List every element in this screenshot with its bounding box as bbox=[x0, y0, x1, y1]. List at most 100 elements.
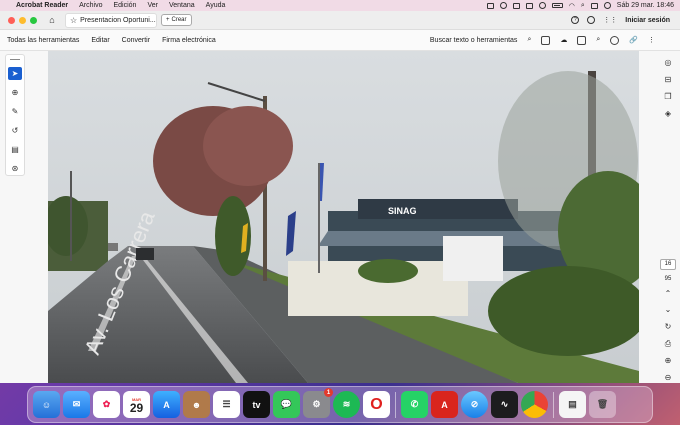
menu-archivo[interactable]: Archivo bbox=[79, 2, 102, 9]
menubar-datetime[interactable]: Sáb 29 mar. 18:46 bbox=[617, 2, 674, 9]
panel-grip[interactable] bbox=[10, 59, 20, 60]
search-doc-icon[interactable]: ⌕ bbox=[596, 36, 600, 44]
wifi-icon[interactable]: ◠ bbox=[569, 2, 575, 10]
rotate-icon[interactable]: ↻ bbox=[662, 321, 674, 332]
restaurant-sign: SINAG bbox=[388, 206, 417, 216]
preview-icon[interactable]: ▤ bbox=[559, 391, 586, 418]
apps-grid-icon[interactable]: ⋮⋮ bbox=[603, 16, 617, 24]
control-center-icon[interactable] bbox=[590, 2, 598, 9]
more-options-icon[interactable]: ⋮ bbox=[648, 36, 655, 44]
close-tab-icon[interactable]: ✕ bbox=[156, 16, 157, 24]
whatsapp-icon[interactable]: ✆ bbox=[401, 391, 428, 418]
quick-tools-panel: ➤ ⊕ ✎ ↺ ▤ ⊛ bbox=[5, 54, 25, 176]
layers-icon[interactable]: ◈ bbox=[662, 108, 674, 119]
main-toolbar: Todas las herramientas Editar Convertir … bbox=[0, 30, 680, 51]
toolbar-all-tools[interactable]: Todas las herramientas bbox=[7, 37, 79, 44]
print-icon[interactable] bbox=[577, 35, 587, 45]
zoom-in-icon[interactable]: ⊕ bbox=[662, 355, 674, 366]
page-total: 95 bbox=[664, 275, 672, 282]
menubar-status-area: ◠ ⌕ Sáb 29 mar. 18:46 bbox=[486, 2, 674, 10]
upload-cloud-icon[interactable]: ☁ bbox=[560, 36, 567, 44]
finder-icon[interactable]: ☺ bbox=[33, 391, 60, 418]
ai-assistant-icon[interactable] bbox=[610, 35, 620, 45]
reminders-icon[interactable]: ☰ bbox=[213, 391, 240, 418]
home-icon[interactable]: ⌂ bbox=[47, 15, 57, 25]
contacts-icon[interactable]: ☻ bbox=[183, 391, 210, 418]
chrome-icon[interactable] bbox=[521, 391, 548, 418]
toolbar-right: Buscar texto o herramientas ⌕ ☁ ⌕ 🔗 ⋮ bbox=[430, 35, 680, 45]
minimize-window-button[interactable] bbox=[19, 16, 26, 24]
calendar-day: 29 bbox=[129, 401, 144, 415]
clock-icon[interactable] bbox=[499, 2, 507, 9]
menu-ayuda[interactable]: Ayuda bbox=[206, 2, 226, 9]
apple-tv-icon[interactable]: tv bbox=[243, 391, 270, 418]
star-icon[interactable]: ☆ bbox=[70, 16, 77, 25]
page-up-icon[interactable]: ⌃ bbox=[662, 288, 674, 299]
create-button-label: Crear bbox=[171, 17, 187, 23]
siri-icon[interactable] bbox=[603, 2, 611, 9]
menu-ventana[interactable]: Ventana bbox=[169, 2, 195, 9]
dock-separator bbox=[395, 391, 396, 418]
page-number-input[interactable]: 16 bbox=[660, 258, 676, 270]
battery-icon[interactable] bbox=[551, 3, 563, 8]
plus-icon: + bbox=[166, 17, 170, 23]
menu-app-name[interactable]: Acrobat Reader bbox=[16, 2, 68, 9]
right-sidebar: ◎ ⊟ ❐ ◈ 16 95 ⌃ ⌄ ↻ ⎙ ⊕ ⊖ bbox=[656, 51, 680, 383]
acrobat-icon[interactable]: A bbox=[431, 391, 458, 418]
bookmark-icon[interactable]: ⊟ bbox=[662, 74, 674, 85]
settings-badge: 1 bbox=[324, 388, 333, 397]
document-tab-title: Presentacion Oportuni... bbox=[80, 16, 156, 24]
app-store-icon[interactable]: A bbox=[153, 391, 180, 418]
lasso-draw-icon[interactable]: ↺ bbox=[8, 124, 22, 137]
page-down-icon[interactable]: ⌄ bbox=[662, 305, 674, 316]
zoom-out-icon[interactable]: ⊖ bbox=[662, 372, 674, 383]
dock-separator-2 bbox=[553, 391, 554, 418]
close-window-button[interactable] bbox=[8, 16, 15, 24]
street-photo: Av. Los Carrera SINAG bbox=[48, 51, 639, 383]
spotify-icon[interactable]: ≋ bbox=[333, 391, 360, 418]
keyboard-icon[interactable] bbox=[525, 2, 533, 9]
photos-icon[interactable]: ✿ bbox=[93, 391, 120, 418]
messages-icon[interactable]: 💬 bbox=[273, 391, 300, 418]
toolbar-e-signature[interactable]: Firma electrónica bbox=[162, 37, 216, 44]
pencil-icon[interactable]: ✎ bbox=[8, 105, 22, 118]
zoom-window-button[interactable] bbox=[30, 16, 37, 24]
menu-bar: Acrobat Reader Archivo Edición Ver Venta… bbox=[0, 0, 680, 11]
menu-edicion[interactable]: Edición bbox=[113, 2, 136, 9]
select-cursor-icon[interactable]: ➤ bbox=[8, 66, 22, 80]
link-icon[interactable]: 🔗 bbox=[629, 36, 638, 44]
mail-icon[interactable]: ✉ bbox=[63, 391, 90, 418]
search-icon[interactable]: ⌕ bbox=[527, 36, 531, 44]
window-controls bbox=[8, 16, 37, 24]
document-info-icon[interactable] bbox=[541, 35, 551, 45]
document-page-image: Av. Los Carrera SINAG bbox=[48, 51, 639, 383]
title-bar: ⌂ ☆ Presentacion Oportuni... ✕ + Crear ?… bbox=[0, 11, 680, 30]
text-select-icon[interactable]: ▤ bbox=[8, 143, 22, 156]
app-status-icon[interactable] bbox=[512, 2, 520, 9]
help-icon[interactable]: ? bbox=[571, 16, 580, 24]
system-settings-icon[interactable]: ⚙ 1 bbox=[303, 388, 333, 418]
comments-icon[interactable]: ◎ bbox=[662, 57, 674, 68]
calendar-icon[interactable]: MAR 29 bbox=[123, 391, 150, 418]
search-spotlight-icon[interactable]: ⌕ bbox=[581, 2, 585, 10]
toolbar-edit[interactable]: Editar bbox=[91, 37, 109, 44]
screen-record-icon[interactable] bbox=[486, 2, 494, 9]
voice-memos-icon[interactable]: ∿ bbox=[491, 391, 518, 418]
stamp-icon[interactable]: ⊛ bbox=[8, 162, 22, 175]
zoom-tool-icon[interactable]: ⊕ bbox=[8, 86, 22, 99]
toolbar-convert[interactable]: Convertir bbox=[122, 37, 150, 44]
search-tools-label[interactable]: Buscar texto o herramientas bbox=[430, 37, 518, 44]
pages-icon[interactable]: ❐ bbox=[662, 91, 674, 102]
play-icon[interactable] bbox=[538, 2, 546, 9]
trash-icon[interactable]: 🗑 bbox=[589, 391, 616, 418]
dock: ☺ ✉ ✿ MAR 29 A ☻ ☰ tv 💬 ⚙ 1 ≋ O ✆ A ⊘ ∿ … bbox=[27, 386, 653, 423]
titlebar-right: ? ⋮⋮ Iniciar sesión bbox=[571, 16, 680, 24]
opera-icon[interactable]: O bbox=[363, 391, 390, 418]
extract-page-icon[interactable]: ⎙ bbox=[662, 338, 674, 349]
safari-icon[interactable]: ⊘ bbox=[461, 391, 488, 418]
create-button[interactable]: + Crear bbox=[161, 14, 192, 26]
menu-ver[interactable]: Ver bbox=[147, 2, 158, 9]
sign-in-button[interactable]: Iniciar sesión bbox=[625, 17, 670, 24]
notifications-icon[interactable] bbox=[587, 16, 596, 24]
document-tab[interactable]: ☆ Presentacion Oportuni... ✕ bbox=[65, 12, 157, 28]
